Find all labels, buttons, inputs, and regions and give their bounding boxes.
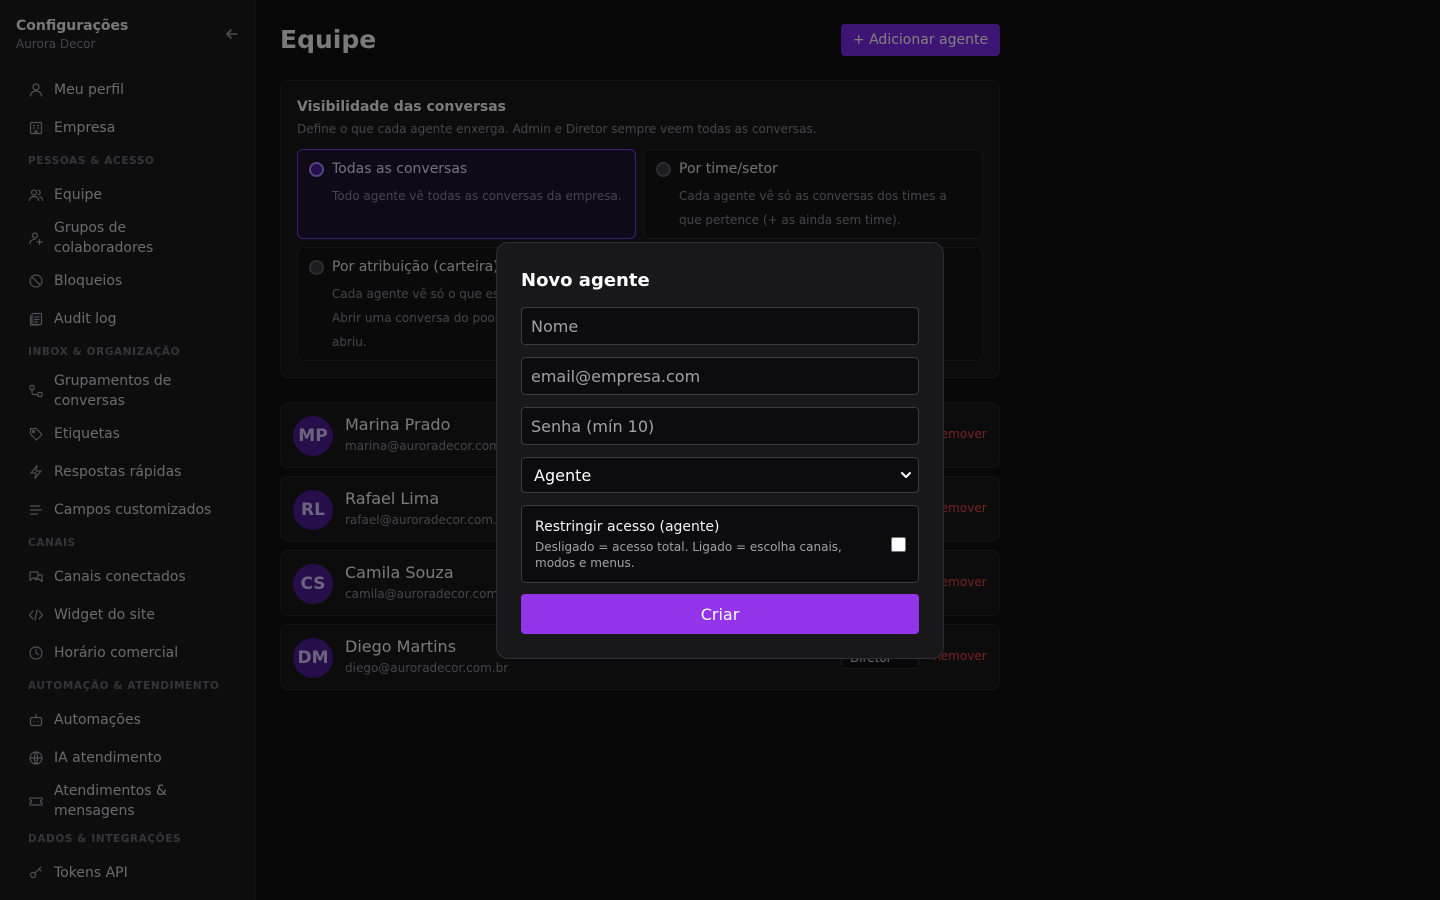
restrict-access-description: Desligado = acesso total. Ligado = escol…: [535, 540, 842, 570]
restrict-access-checkbox[interactable]: [891, 537, 906, 552]
restrict-access-title: Restringir acesso (agente): [535, 519, 720, 535]
create-button[interactable]: Criar: [521, 594, 919, 634]
name-input[interactable]: [521, 307, 919, 345]
role-select[interactable]: Agente: [521, 457, 919, 493]
chevron-down-icon: [901, 472, 911, 478]
email-input[interactable]: [521, 357, 919, 395]
password-input[interactable]: [521, 407, 919, 445]
restrict-access-box: Restringir acesso (agente) Desligado = a…: [521, 505, 919, 583]
role-select-value: Agente: [534, 465, 592, 485]
modal-title: Novo agente: [521, 270, 650, 291]
new-agent-modal: Novo agente Agente Restringir acesso (ag…: [496, 242, 944, 659]
